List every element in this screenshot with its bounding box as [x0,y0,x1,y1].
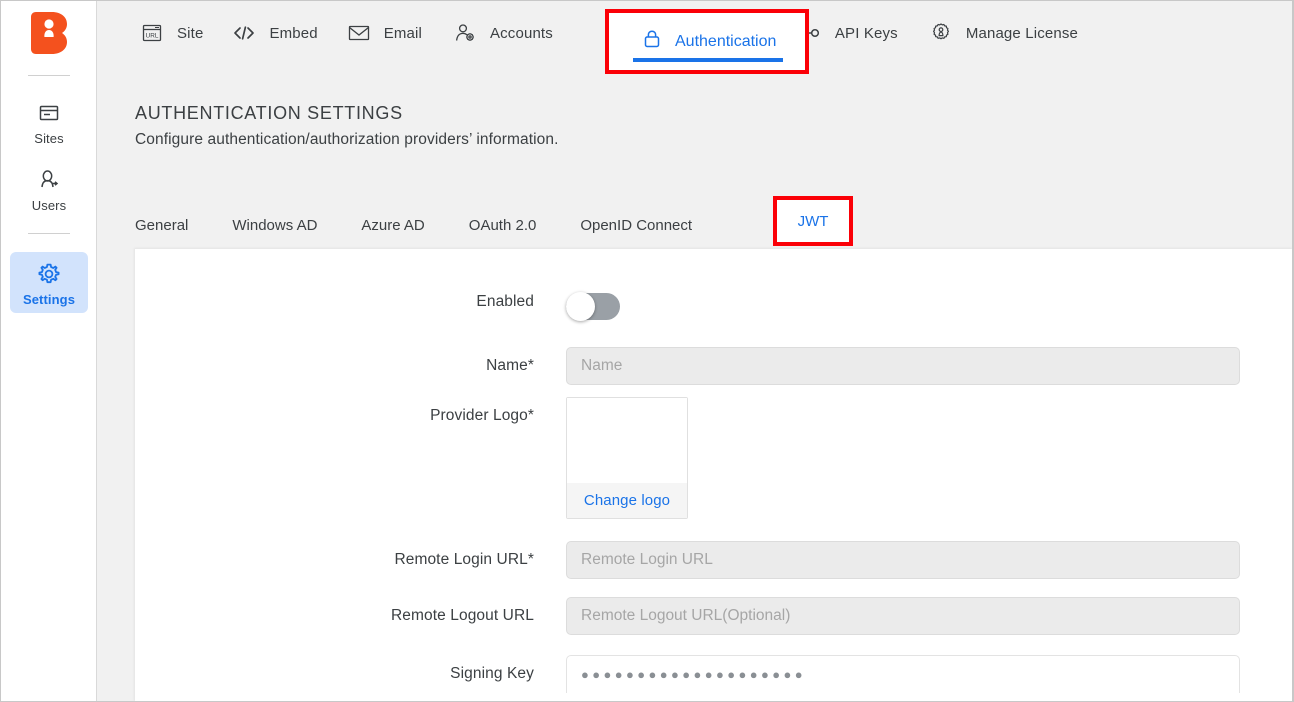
form-row-remote-logout-url: Remote Logout URL [135,597,1293,635]
sidebar-divider-bottom [28,233,70,234]
sites-icon [10,98,88,128]
subtab-windows-ad[interactable]: Windows AD [232,217,317,234]
signing-key-masked-value: ●●●●●●●●●●●●●●●●●●●● [581,667,807,682]
brand-logo[interactable] [25,9,73,57]
code-brackets-icon [231,20,257,46]
window-right-edge [1292,1,1293,701]
topnav-item-api-keys[interactable]: API Keys [797,1,898,65]
page-subtitle: Configure authentication/authorization p… [135,131,559,148]
envelope-icon [346,20,372,46]
subtab-openid-connect[interactable]: OpenID Connect [580,217,692,234]
remote-logout-url-label: Remote Logout URL [390,607,534,624]
remote-login-url-label: Remote Login URL* [394,551,534,568]
topnav-item-manage-license[interactable]: Manage License [928,1,1078,65]
remote-logout-url-input[interactable] [566,597,1240,635]
topnav-item-label: Authentication [675,32,777,50]
name-label: Name* [486,357,534,374]
topnav-item-label: API Keys [834,24,898,42]
top-navigation-items: URL Site Embed Email Accounts API Keys M… [97,1,1104,81]
provider-logo-label: Provider Logo* [430,407,534,424]
topnav-item-label: Accounts [490,24,553,42]
provider-subtabs: General Windows AD Azure AD OAuth 2.0 Op… [135,201,803,249]
sidebar-divider-top [28,75,70,76]
subtab-oauth2[interactable]: OAuth 2.0 [469,217,537,234]
user-gear-icon [452,20,478,46]
form-row-remote-login-url: Remote Login URL* [135,541,1293,579]
form-row-enabled: Enabled [135,292,1293,325]
toggle-knob [566,292,595,321]
lock-icon [641,27,663,56]
page-content-area: AUTHENTICATION SETTINGS Configure authen… [97,81,1293,701]
license-gear-icon [928,20,954,46]
topnav-item-label: Site [177,24,204,42]
subtab-jwt-label: JWT [797,212,829,230]
provider-logo-preview [567,398,687,483]
topnav-item-label: Manage License [965,24,1078,42]
topnav-item-accounts[interactable]: Accounts [452,1,553,65]
change-logo-footer: Change logo [567,483,687,518]
url-window-icon: URL [139,20,165,46]
subtab-jwt[interactable]: JWT [777,200,849,242]
provider-logo-box[interactable]: Change logo [566,397,688,519]
jwt-settings-panel: Enabled Name* Provider Logo* [135,249,1293,701]
gear-icon [10,259,88,289]
signing-key-input[interactable]: ●●●●●●●●●●●●●●●●●●●● [566,655,1240,693]
subtab-general[interactable]: General [135,217,188,234]
sidebar-item-sites[interactable]: Sites [10,91,88,152]
remote-login-url-input[interactable] [566,541,1240,579]
change-logo-link[interactable]: Change logo [584,492,670,509]
form-row-provider-logo: Provider Logo* Change logo [135,397,1293,519]
svg-text:URL: URL [146,33,159,40]
authentication-tab-slot [583,1,789,2]
topnav-item-label: Embed [269,24,318,42]
subtab-azure-ad[interactable]: Azure AD [361,217,424,234]
left-sidebar: Sites Users Settings [1,1,97,701]
page-title: AUTHENTICATION SETTINGS [135,103,403,123]
sidebar-item-label: Users [31,198,67,213]
topnav-item-email[interactable]: Email [346,1,422,65]
sidebar-item-users[interactable]: Users [10,158,88,219]
sidebar-item-label: Settings [22,292,76,307]
app-window: Sites Users Settings URL Site Embed Emai… [0,0,1294,702]
form-row-signing-key: Signing Key ●●●●●●●●●●●●●●●●●●●● [135,655,1293,693]
signing-key-label: Signing Key [450,665,534,682]
sidebar-item-label: Sites [34,131,64,146]
active-tab-underline [633,58,783,62]
enabled-label: Enabled [476,293,534,310]
sidebar-item-settings[interactable]: Settings [10,252,88,313]
topnav-item-label: Email [383,24,422,42]
enabled-toggle[interactable] [566,292,620,321]
name-input[interactable] [566,347,1240,385]
topnav-item-embed[interactable]: Embed [231,1,318,65]
form-row-name: Name* [135,347,1293,385]
users-icon [10,165,88,195]
topnav-item-site[interactable]: URL Site [139,1,203,65]
topnav-item-authentication[interactable]: Authentication [609,13,805,70]
